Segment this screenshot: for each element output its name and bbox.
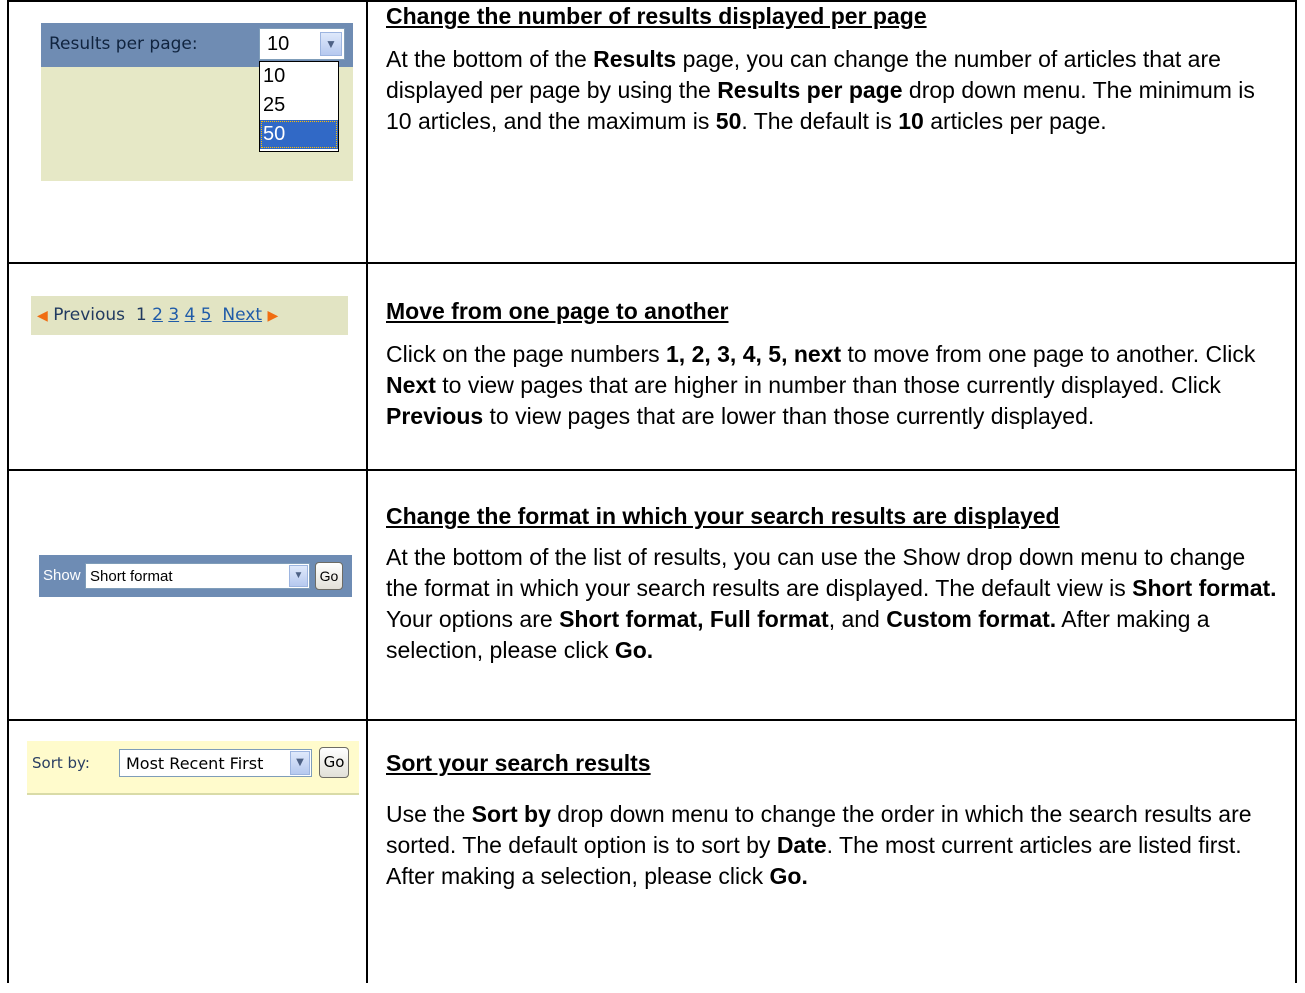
show-format-widget: Show Short format ▼ Go [39,555,352,597]
previous-label[interactable]: Previous [53,305,125,325]
bold-text: Results [593,46,677,72]
sort-by-label: Sort by: [32,754,90,772]
show-format-select[interactable]: Short format ▼ [85,563,310,589]
page-link-3[interactable]: 3 [168,305,179,325]
section-title: Sort your search results [386,750,651,776]
help-row-format: Show Short format ▼ Go Change the format… [7,469,1297,721]
next-link[interactable]: Next [222,305,262,325]
help-table: Results per page: 10 ▼ 10 25 50 Change t… [7,0,1297,983]
bold-text: Date [776,832,827,858]
bold-text: Results per page [717,77,903,103]
triangle-right-icon: ▶ [267,308,279,324]
section-description: At the bottom of the Results page, you c… [386,44,1281,137]
text-run: to view pages that are lower than those … [483,403,1095,429]
chevron-down-icon[interactable]: ▼ [289,565,308,587]
text-run: , and [828,606,887,632]
sort-by-value: Most Recent First [126,754,264,773]
option-10[interactable]: 10 [260,62,338,91]
go-button[interactable]: Go [315,562,343,590]
results-per-page-widget: Results per page: 10 ▼ 10 25 50 [41,23,353,181]
show-label: Show [43,567,81,584]
screenshot-cell: Sort by: Most Recent First ▼ Go [7,719,368,983]
text-run: At the bottom of the [386,46,594,72]
help-row-sort: Sort by: Most Recent First ▼ Go Sort you… [7,719,1297,983]
description-cell: Sort your search results Use the Sort by… [366,719,1297,983]
description-cell: Move from one page to another Click on t… [366,262,1297,471]
results-per-page-value: 10 [267,33,290,55]
description-cell: Change the number of results displayed p… [366,0,1297,264]
text-run: to view pages that are higher in number … [435,372,1221,398]
text-run: At the bottom of the list of results, yo… [386,544,1246,601]
section-description: At the bottom of the list of results, yo… [386,542,1281,666]
bold-text: Short format. [1132,575,1277,601]
section-description: Use the Sort by drop down menu to change… [386,799,1281,892]
results-per-page-options: 10 25 50 [259,61,339,152]
chevron-down-icon[interactable]: ▼ [290,751,310,775]
bold-text: Custom format. [886,606,1057,632]
screenshot-cell: ◀ Previous 1 2 3 4 5 Next ▶ [7,262,368,471]
text-run: Click on the page numbers [386,341,666,367]
section-title: Change the format in which your search r… [386,503,1060,529]
screenshot-cell: Results per page: 10 ▼ 10 25 50 [7,0,368,264]
section-title: Change the number of results displayed p… [386,3,927,29]
bold-text: Sort by [471,801,551,827]
sort-by-select[interactable]: Most Recent First ▼ [119,749,312,777]
bold-text: Short format, Full format [559,606,829,632]
description-cell: Change the format in which your search r… [366,469,1297,721]
bold-text: Previous [386,403,484,429]
go-button[interactable]: Go [319,747,349,778]
help-row-results-per-page: Results per page: 10 ▼ 10 25 50 Change t… [7,0,1297,264]
bold-text: Go. [614,637,654,663]
text-run: Use the [386,801,472,827]
text-run: to move from one page to another. Click [841,341,1256,367]
page-link-5[interactable]: 5 [201,305,212,325]
sort-by-widget: Sort by: Most Recent First ▼ Go [27,741,359,795]
text-run: . The default is [741,108,899,134]
bold-text: 10 [898,108,924,134]
option-50[interactable]: 50 [260,120,338,149]
bold-text: 1, 2, 3, 4, 5, next [666,341,842,367]
page-link-2[interactable]: 2 [152,305,163,325]
bold-text: 50 [715,108,742,134]
bold-text: Next [386,372,436,398]
results-per-page-select[interactable]: 10 ▼ [259,28,345,60]
page-link-4[interactable]: 4 [185,305,196,325]
help-page: Results per page: 10 ▼ 10 25 50 Change t… [0,0,1305,993]
text-run: articles per page. [923,108,1107,134]
bold-text: Go. [769,863,808,889]
screenshot-cell: Show Short format ▼ Go [7,469,368,721]
section-title: Move from one page to another [386,298,729,324]
chevron-down-icon[interactable]: ▼ [320,32,342,56]
pagination-widget: ◀ Previous 1 2 3 4 5 Next ▶ [31,296,348,335]
results-per-page-label: Results per page: [49,34,198,54]
current-page: 1 [135,305,147,325]
help-row-pagination: ◀ Previous 1 2 3 4 5 Next ▶ Move from on… [7,262,1297,471]
triangle-left-icon: ◀ [37,308,48,324]
text-run: Your options are [386,606,560,632]
show-format-value: Short format [90,568,173,585]
section-description: Click on the page numbers 1, 2, 3, 4, 5,… [386,339,1281,432]
option-25[interactable]: 25 [260,91,338,120]
